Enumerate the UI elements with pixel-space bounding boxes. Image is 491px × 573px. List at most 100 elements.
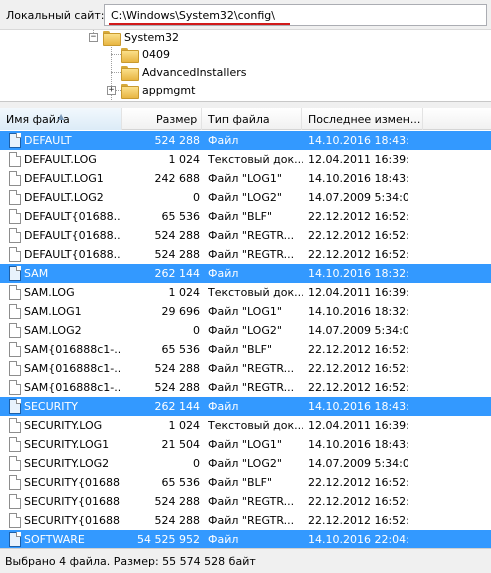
- tree-item-0409[interactable]: 0409: [121, 46, 170, 63]
- file-type: Файл "REGTR...: [208, 495, 295, 508]
- file-modified: 22.12.2012 16:52:16: [308, 229, 408, 242]
- file-type: Файл "BLF": [208, 476, 273, 489]
- file-modified: 22.12.2012 16:52:16: [308, 248, 408, 261]
- file-name: SAM{016888c1-...: [24, 343, 120, 356]
- file-type: Файл "LOG2": [208, 191, 282, 204]
- column-header-name[interactable]: ▲ Имя файла: [0, 108, 122, 130]
- file-size: 1 024: [168, 419, 201, 432]
- file-modified: 14.10.2016 22:04:07: [308, 533, 408, 546]
- directory-tree[interactable]: − System32 0409 AdvancedInstallers + app…: [0, 30, 491, 102]
- file-modified: 14.10.2016 18:43:07: [308, 438, 408, 451]
- file-name: DEFAULT.LOG2: [24, 191, 104, 204]
- file-icon: [9, 418, 21, 433]
- file-size: 65 536: [161, 210, 201, 223]
- file-modified: 22.12.2012 16:52:16: [308, 210, 408, 223]
- file-name: SECURITY{01688...: [24, 514, 120, 527]
- local-site-path-input[interactable]: C:\Windows\System32\config\: [104, 4, 487, 26]
- file-icon: [9, 228, 21, 243]
- file-type: Файл "LOG1": [208, 438, 282, 451]
- tree-guide-line: [111, 54, 121, 55]
- file-row[interactable]: SAM{016888c1-... 524 288 Файл "REGTR... 22.…: [0, 378, 491, 397]
- file-row[interactable]: SAM{016888c1-... 65 536 Файл "BLF" 22.12.20…: [0, 340, 491, 359]
- file-size: 21 504: [161, 438, 201, 451]
- file-row[interactable]: SECURITY.LOG1 21 504 Файл "LOG1" 14.10.2016…: [0, 435, 491, 454]
- file-type: Файл "REGTR...: [208, 248, 295, 261]
- file-modified: 14.10.2016 18:32:53: [308, 305, 408, 318]
- file-size: 0: [193, 324, 200, 337]
- folder-icon: [121, 66, 139, 81]
- file-row[interactable]: SECURITY{01688... 65 536 Файл "BLF" 22.12.2…: [0, 473, 491, 492]
- file-type: Файл "REGTR...: [208, 362, 295, 375]
- local-site-path-text: C:\Windows\System32\config\: [111, 9, 275, 22]
- file-row[interactable]: DEFAULT{01688... 524 288 Файл "REGTR... 22.…: [0, 226, 491, 245]
- file-icon: [9, 133, 21, 148]
- file-row[interactable]: SECURITY{01688... 524 288 Файл "REGTR... 22…: [0, 492, 491, 511]
- file-row[interactable]: SECURITY.LOG2 0 Файл "LOG2" 14.07.2009 5:34…: [0, 454, 491, 473]
- file-type: Текстовый док...: [208, 286, 303, 299]
- file-modified: 14.07.2009 5:34:08: [308, 324, 408, 337]
- file-row[interactable]: DEFAULT 524 288 Файл 14.10.2016 18:43:33: [0, 131, 491, 150]
- column-header-type[interactable]: Тип файла: [202, 108, 302, 130]
- file-row[interactable]: SAM{016888c1-... 524 288 Файл "REGTR... 22.…: [0, 359, 491, 378]
- file-row[interactable]: SAM 262 144 Файл 14.10.2016 18:32:54: [0, 264, 491, 283]
- file-name: DEFAULT.LOG: [24, 153, 97, 166]
- file-row[interactable]: SECURITY 262 144 Файл 14.10.2016 18:43:07: [0, 397, 491, 416]
- file-size: 65 536: [161, 476, 201, 489]
- file-modified: 14.07.2009 5:34:08: [308, 457, 408, 470]
- file-list[interactable]: ▲ Имя файла Размер Тип файла Последнее и…: [0, 108, 491, 548]
- file-name: SAM: [24, 267, 49, 280]
- file-icon: [9, 342, 21, 357]
- file-size: 524 288: [154, 248, 201, 261]
- file-size: 524 288: [154, 381, 201, 394]
- file-size: 0: [193, 457, 200, 470]
- file-row[interactable]: SOFTWARE 54 525 952 Файл 14.10.2016 22:04:0…: [0, 530, 491, 548]
- file-type: Файл "LOG2": [208, 324, 282, 337]
- tree-item-system32[interactable]: System32: [103, 30, 179, 46]
- file-row[interactable]: DEFAULT.LOG1 242 688 Файл "LOG1" 14.10.2016…: [0, 169, 491, 188]
- file-row[interactable]: DEFAULT{01688... 65 536 Файл "BLF" 22.12.20…: [0, 207, 491, 226]
- file-icon: [9, 494, 21, 509]
- file-icon: [9, 266, 21, 281]
- file-rows: DEFAULT524 288Файл14.10.2016 18:43:33 DEF…: [0, 131, 491, 548]
- file-row[interactable]: SAM.LOG 1 024 Текстовый док... 12.04.2011 1…: [0, 283, 491, 302]
- file-icon: [9, 209, 21, 224]
- file-name: SECURITY.LOG1: [24, 438, 110, 451]
- tree-guide-line: [111, 72, 121, 73]
- file-size: 524 288: [154, 514, 201, 527]
- file-row[interactable]: DEFAULT{01688... 524 288 Файл "REGTR... 22.…: [0, 245, 491, 264]
- file-size: 242 688: [154, 172, 201, 185]
- file-icon: [9, 304, 21, 319]
- file-row[interactable]: DEFAULT.LOG 1 024 Текстовый док... 12.04.20…: [0, 150, 491, 169]
- file-row[interactable]: SECURITY{01688... 524 288 Файл "REGTR... 22…: [0, 511, 491, 530]
- file-type: Файл: [208, 400, 239, 413]
- file-modified: 22.12.2012 16:52:16: [308, 381, 408, 394]
- file-icon: [9, 380, 21, 395]
- file-name: DEFAULT.LOG1: [24, 172, 104, 185]
- file-row[interactable]: SAM.LOG2 0 Файл "LOG2" 14.07.2009 5:34:08: [0, 321, 491, 340]
- tree-item-advancedinstallers[interactable]: AdvancedInstallers: [121, 64, 246, 81]
- file-row[interactable]: SAM.LOG1 29 696 Файл "LOG1" 14.10.2016 18:3…: [0, 302, 491, 321]
- collapse-minus-icon[interactable]: −: [89, 33, 98, 42]
- expand-plus-icon[interactable]: +: [107, 86, 116, 95]
- file-icon: [9, 171, 21, 186]
- file-row[interactable]: SECURITY.LOG 1 024 Текстовый док... 12.04.2…: [0, 416, 491, 435]
- file-type: Файл: [208, 267, 239, 280]
- file-icon: [9, 475, 21, 490]
- file-icon: [9, 285, 21, 300]
- column-header-modified[interactable]: Последнее измен...: [302, 108, 423, 130]
- tree-item-label: 0409: [142, 48, 170, 61]
- file-row[interactable]: DEFAULT.LOG2 0 Файл "LOG2" 14.07.2009 5:34:…: [0, 188, 491, 207]
- file-icon: [9, 152, 21, 167]
- file-name: SAM{016888c1-...: [24, 362, 120, 375]
- address-bar: Локальный сайт: C:\Windows\System32\conf…: [0, 0, 491, 30]
- file-name: SECURITY.LOG: [24, 419, 103, 432]
- file-size: 54 525 952: [137, 533, 200, 546]
- tree-item-appmgmt[interactable]: appmgmt: [121, 82, 195, 99]
- file-icon: [9, 513, 21, 528]
- folder-icon: [103, 31, 121, 46]
- file-name: SOFTWARE: [24, 533, 85, 546]
- file-name: SAM.LOG: [24, 286, 75, 299]
- file-size: 1 024: [168, 153, 201, 166]
- selection-status-text: Выбрано 4 файла. Размер: 55 574 528 байт: [5, 555, 256, 568]
- column-header-size[interactable]: Размер: [122, 108, 202, 130]
